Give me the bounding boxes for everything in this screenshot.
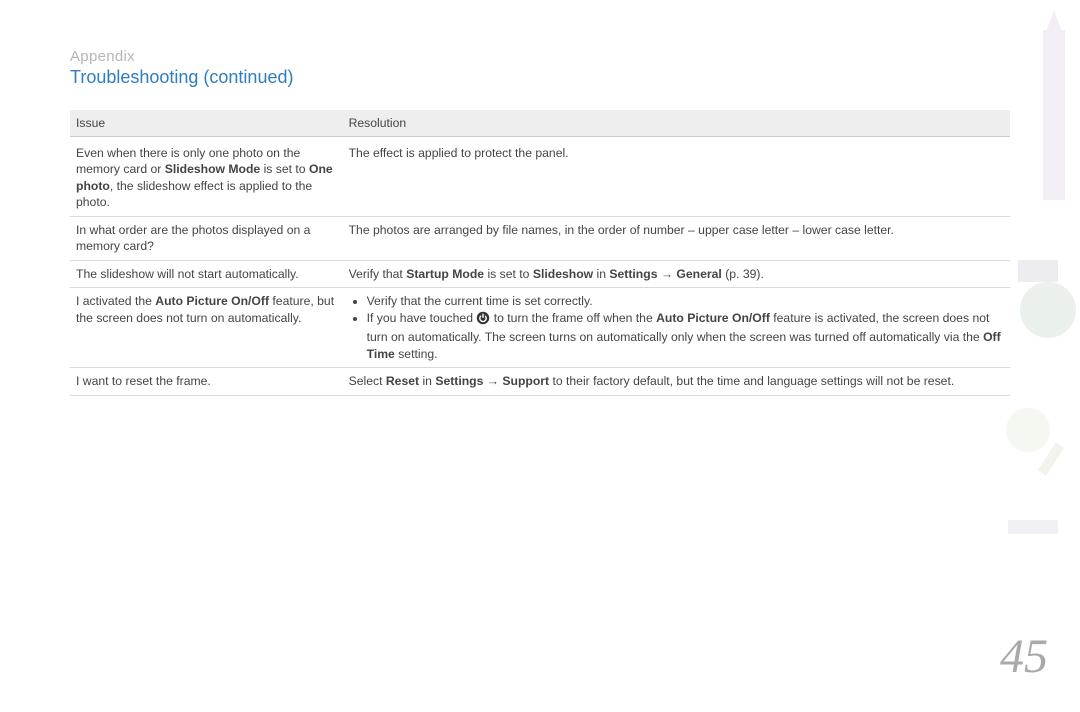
text: setting.: [395, 347, 438, 361]
text: (p. 39).: [722, 267, 764, 281]
resolution-cell: Select Reset in Settings → Support to th…: [343, 368, 1010, 395]
power-icon: [476, 311, 490, 329]
text: is set to: [484, 267, 533, 281]
text: to turn the frame off when the: [490, 311, 656, 325]
text-bold: Settings → General: [609, 267, 721, 281]
page-number: 45: [1000, 629, 1048, 684]
table-row: The slideshow will not start automatical…: [70, 260, 1010, 287]
issue-cell: In what order are the photos displayed o…: [70, 216, 343, 260]
resolution-cell: The effect is applied to protect the pan…: [343, 137, 1010, 217]
page-title: Troubleshooting (continued): [70, 67, 1010, 88]
page: Appendix Troubleshooting (continued) Iss…: [0, 0, 1080, 712]
text: Select: [349, 374, 386, 388]
text: , the slideshow effect is applied to the…: [76, 179, 312, 209]
text: to their factory default, but the time a…: [549, 374, 954, 388]
text: is set to: [260, 162, 309, 176]
text: I activated the: [76, 294, 155, 308]
text-bold: Auto Picture On/Off: [155, 294, 269, 308]
text-bold: Auto Picture On/Off: [656, 311, 770, 325]
resolution-cell: Verify that the current time is set corr…: [343, 288, 1010, 368]
text-bold: Startup Mode: [406, 267, 484, 281]
table-row: Even when there is only one photo on the…: [70, 137, 1010, 217]
issue-cell: I want to reset the frame.: [70, 368, 343, 395]
table-row: I activated the Auto Picture On/Off feat…: [70, 288, 1010, 368]
issue-cell: The slideshow will not start automatical…: [70, 260, 343, 287]
text-bold: Slideshow: [533, 267, 593, 281]
text: Verify that: [349, 267, 407, 281]
text-bold: Reset: [386, 374, 419, 388]
issue-cell: I activated the Auto Picture On/Off feat…: [70, 288, 343, 368]
section-label: Appendix: [70, 48, 1010, 65]
col-header-issue: Issue: [70, 110, 343, 137]
text: in: [593, 267, 609, 281]
text: in: [419, 374, 435, 388]
issue-cell: Even when there is only one photo on the…: [70, 137, 343, 217]
list-item: If you have touched to turn the frame of…: [367, 310, 1004, 362]
resolution-cell: The photos are arranged by file names, i…: [343, 216, 1010, 260]
text-bold: Slideshow Mode: [165, 162, 260, 176]
table-header-row: Issue Resolution: [70, 110, 1010, 137]
text: If you have touched: [367, 311, 477, 325]
text-bold: Settings → Support: [435, 374, 549, 388]
bullet-list: Verify that the current time is set corr…: [349, 293, 1004, 362]
table-row: I want to reset the frame. Select Reset …: [70, 368, 1010, 395]
troubleshooting-table: Issue Resolution Even when there is only…: [70, 110, 1010, 396]
list-item: Verify that the current time is set corr…: [367, 293, 1004, 309]
resolution-cell: Verify that Startup Mode is set to Slide…: [343, 260, 1010, 287]
table-row: In what order are the photos displayed o…: [70, 216, 1010, 260]
col-header-resolution: Resolution: [343, 110, 1010, 137]
